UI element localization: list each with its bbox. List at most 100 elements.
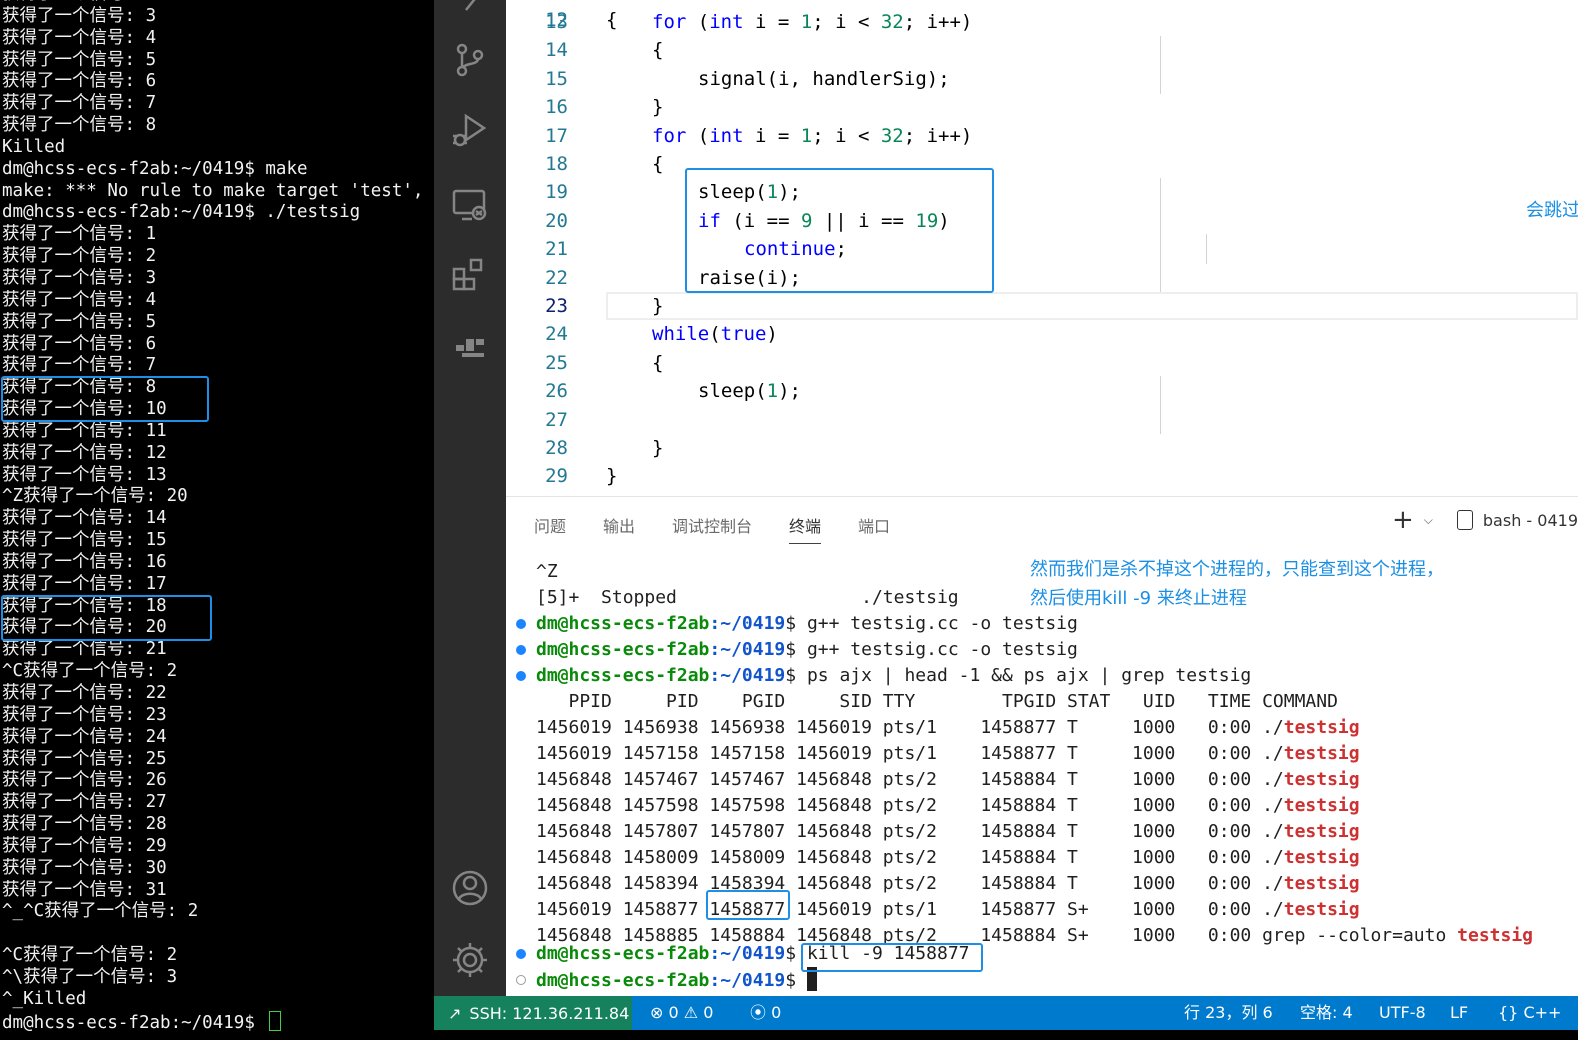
code-token: 1 <box>766 380 779 403</box>
code-line: 23} <box>506 292 1578 320</box>
problems-indicator[interactable]: ⊗ 0 ⚠ 0 <box>650 996 713 1030</box>
remote-explorer-icon[interactable] <box>450 185 490 225</box>
terminal-line: 获得了一个信号: 12 <box>2 442 167 463</box>
code-editor[interactable]: 12{ 13 for (int i = 1; i < 32; i++) 14{15 s… <box>506 0 1578 496</box>
tab-debug-console[interactable]: 调试控制台 <box>672 513 752 537</box>
status-bar: ↗ SSH: 121.36.211.84 ⊗ 0 ⚠ 0 ⦿ 0 行 23，列 … <box>434 996 1578 1030</box>
ports-indicator[interactable]: ⦿ 0 <box>750 996 781 1030</box>
annotation-kill-process: 然而我们是杀不掉这个进程的，只能查到这个进程， 然后使用kill -9 来终止进… <box>1030 559 1444 609</box>
code-text: while(true) <box>652 320 778 348</box>
code-text: for (int i = 1; i < 32; i++) <box>652 8 972 36</box>
terminal-line: 获得了一个信号: 15 <box>2 530 167 551</box>
terminal-line: 获得了一个信号: 22 <box>2 683 167 703</box>
terminal-name[interactable]: bash - 0419 <box>1483 511 1578 530</box>
line-number: 14 <box>545 39 568 62</box>
left-terminal-output: 获得了一个信号: 2获得了一个信号: 3获得了一个信号: 4获得了一个信号: 5… <box>2 0 423 1033</box>
ps-row: 1456848 1457807 1457807 1456848 pts/2 14… <box>536 821 1360 842</box>
terminal-active-prompt: dm@hcss-ecs-f2ab:~/0419$ <box>536 967 817 993</box>
code-line-partial: 12{ <box>545 9 618 32</box>
terminal-line: 获得了一个信号: 5 <box>2 311 157 332</box>
terminal-prompt: dm@hcss-ecs-f2ab:~/0419$ <box>2 1012 266 1033</box>
code-line: 17 for (int i = 1; i < 32; i++) <box>506 122 1578 150</box>
account-icon[interactable] <box>450 868 490 908</box>
line-number: 23 <box>545 295 568 317</box>
terminal-line: 获得了一个信号: 23 <box>2 704 167 725</box>
terminal-line: 获得了一个信号: 21 <box>2 639 167 660</box>
settings-gear-icon[interactable] <box>450 940 490 980</box>
tab-output[interactable]: 输出 <box>603 513 635 537</box>
terminal-line: ^_^C获得了一个信号: 2 <box>2 901 199 922</box>
code-token: 1 <box>800 11 813 33</box>
code-token: } <box>652 437 664 459</box>
remote-indicator[interactable]: ↗ SSH: 121.36.211.84 <box>434 996 632 1030</box>
terminal-line: 获得了一个信号: 31 <box>2 879 167 900</box>
code-token: } <box>652 295 664 317</box>
cursor-position[interactable]: 行 23，列 6 <box>1184 996 1273 1030</box>
line-number: 28 <box>545 437 568 459</box>
add-terminal-button[interactable]: + <box>1392 507 1414 533</box>
code-text: { <box>652 349 663 377</box>
command-status-dot <box>516 645 526 655</box>
line-number: 18 <box>545 153 568 175</box>
terminal-line: 获得了一个信号: 5 <box>2 49 157 70</box>
extensions-icon[interactable] <box>450 255 490 295</box>
terminal-line: make: *** No rule to make target 'test', <box>2 180 424 201</box>
code-token: 32 <box>880 11 904 33</box>
line-number: 16 <box>545 96 568 119</box>
terminal-line: 获得了一个信号: 29 <box>2 835 167 856</box>
panel-actions: + ⌵ bash - 0419 <box>1392 507 1578 533</box>
code-line: 25 { <box>506 349 1578 377</box>
line-number: 25 <box>545 351 568 374</box>
docker-icon[interactable] <box>450 325 490 365</box>
run-debug-icon[interactable] <box>450 110 490 150</box>
terminal-line: 获得了一个信号: 4 <box>2 27 157 48</box>
code-text: } <box>652 434 663 462</box>
code-token: ; i++) <box>903 124 973 147</box>
indentation[interactable]: 空格: 4 <box>1300 996 1353 1030</box>
code-text: sleep(1); <box>698 377 801 405</box>
language-mode[interactable]: {} C++ <box>1498 996 1561 1030</box>
highlight-box-signals-18-20 <box>1 595 212 641</box>
terminal-line: 获得了一个信号: 3 <box>2 5 157 26</box>
end-of-line[interactable]: LF <box>1450 996 1468 1030</box>
terminal-line: ^Z获得了一个信号: 20 <box>2 486 188 507</box>
left-terminal[interactable]: 获得了一个信号: 2获得了一个信号: 3获得了一个信号: 4获得了一个信号: 5… <box>0 0 434 1040</box>
terminal-command-line: dm@hcss-ecs-f2ab:~/0419$ ps ajx | head -… <box>536 665 1252 686</box>
terminal-line: 获得了一个信号: 30 <box>2 857 167 878</box>
terminal-line: 获得了一个信号: 16 <box>2 551 167 572</box>
indent-guide <box>1160 178 1161 292</box>
code-token: ; i < <box>812 124 881 147</box>
activity-bar <box>434 0 506 996</box>
code-token: ( <box>686 11 710 33</box>
terminal-line: 获得了一个信号: 4 <box>2 289 157 310</box>
remote-icon: ↗ <box>448 1003 462 1023</box>
ps-header: PPID PID PGID SID TTY TPGID STAT UID TIM… <box>536 691 1338 712</box>
code-line: 15 signal(i, handlerSig); <box>506 65 1578 93</box>
terminal-line: ^C获得了一个信号: 2 <box>2 661 178 682</box>
code-line: 19 sleep(1); <box>506 178 1578 206</box>
tab-ports[interactable]: 端口 <box>858 513 890 537</box>
code-token: int <box>709 11 744 33</box>
highlight-box-signals-8-10 <box>1 376 209 422</box>
chevron-down-icon[interactable]: ⌵ <box>1424 513 1433 528</box>
terminal-line: 获得了一个信号: 1 <box>2 224 157 245</box>
line-number: 21 <box>545 238 568 261</box>
tab-problems[interactable]: 问题 <box>534 513 566 537</box>
encoding[interactable]: UTF-8 <box>1379 996 1426 1030</box>
terminal-line: 获得了一个信号: 3 <box>2 267 157 288</box>
code-line: 22 raise(i); <box>506 264 1578 292</box>
error-icon: ⊗ <box>650 1003 664 1022</box>
highlight-box-kill-command <box>801 943 983 972</box>
code-line: 24 while(true) <box>506 320 1578 348</box>
ps-row: 1456848 1458394 1458394 1456848 pts/2 14… <box>536 873 1360 894</box>
source-control-icon[interactable] <box>450 40 490 80</box>
code-token: } <box>606 465 618 488</box>
explorer-icon[interactable] <box>450 0 490 20</box>
ps-row: 1456848 1457467 1457467 1456848 pts/2 14… <box>536 769 1360 790</box>
code-token: ; i++) <box>903 11 973 33</box>
terminal-line: ^_Killed <box>2 988 87 1009</box>
tab-terminal[interactable]: 终端 <box>789 513 822 544</box>
code-token: sleep( <box>698 380 767 403</box>
terminal-line: 获得了一个信号: 13 <box>2 464 167 485</box>
